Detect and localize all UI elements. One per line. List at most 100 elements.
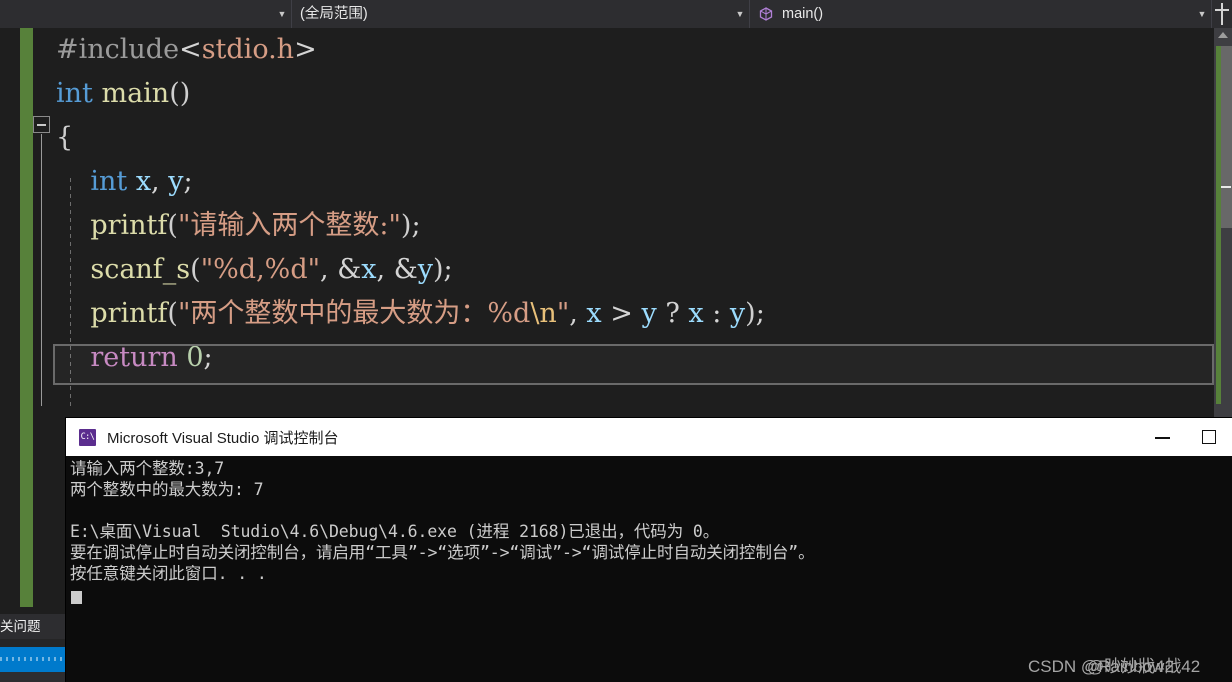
line-include[interactable]: #include<stdio.h> <box>38 28 1218 72</box>
status-bar-pattern <box>0 657 66 661</box>
code-token: printf <box>90 210 168 241</box>
code-token: ) <box>433 254 444 285</box>
line-decl[interactable]: int x, y; <box>38 160 1218 204</box>
code-block-guide-line <box>41 134 42 406</box>
code-token: () <box>169 78 191 109</box>
code-token: ; <box>443 254 453 285</box>
method-icon <box>758 6 774 22</box>
console-output-line: 两个整数中的最大数为: 7 <box>70 480 264 499</box>
code-token: int <box>90 166 128 197</box>
code-token: ; <box>183 166 193 197</box>
chevron-down-icon[interactable]: ▼ <box>731 0 749 28</box>
console-output[interactable]: 请输入两个整数:3,7 两个整数中的最大数为: 7 E:\桌面\Visual Stu… <box>66 456 1232 682</box>
code-token: x <box>688 298 704 329</box>
project-dropdown[interactable]: ▼ <box>0 0 292 28</box>
code-token: { <box>56 122 74 153</box>
code-token: : <box>703 298 730 329</box>
tab-related-issues[interactable]: 关问题 <box>0 614 41 639</box>
bottom-panel-divider <box>0 639 66 647</box>
line-printf-max[interactable]: printf("两个整数中的最大数为：%d\n", x > y ? x : y)… <box>38 292 1218 336</box>
minimize-icon <box>1155 437 1170 439</box>
code-token: ( <box>190 254 201 285</box>
scroll-up-arrow-icon[interactable] <box>1218 32 1228 38</box>
code-token: printf <box>90 298 168 329</box>
status-bar-footer <box>0 672 66 682</box>
code-token: x <box>361 254 377 285</box>
console-title-bar[interactable]: C:\ Microsoft Visual Studio 调试控制台 <box>66 418 1232 456</box>
maximize-icon <box>1202 430 1216 444</box>
code-token: ; <box>755 298 765 329</box>
code-token: #include <box>56 34 180 65</box>
code-token: & <box>393 254 418 285</box>
code-token: , <box>151 166 160 197</box>
member-dropdown[interactable]: main() ▼ <box>750 0 1212 28</box>
code-token: ) <box>400 210 412 241</box>
code-token: ) <box>745 298 756 329</box>
code-token: > <box>610 298 633 329</box>
bottom-panel-top-border <box>0 607 66 614</box>
line-scanf[interactable]: scanf_s("%d,%d", &x, &y); <box>38 248 1218 292</box>
minimize-button[interactable] <box>1140 418 1186 456</box>
code-token: "%d,%d" <box>200 254 321 285</box>
scope-dropdown[interactable]: (全局范围) ▼ <box>292 0 750 28</box>
code-token: " <box>556 298 570 329</box>
code-content[interactable]: #include<stdio.h> int main(){ int x, y; p… <box>38 28 1218 380</box>
code-token: , <box>320 254 329 285</box>
maximize-button[interactable] <box>1186 418 1232 456</box>
editor-gutter <box>11 28 20 620</box>
code-token: y <box>641 298 657 329</box>
current-line-highlight <box>53 344 1214 385</box>
code-token: ( <box>167 298 178 329</box>
console-cursor <box>71 591 82 604</box>
code-token: ( <box>167 210 178 241</box>
editor-indicator-margin <box>0 28 11 620</box>
code-token: < <box>179 34 202 65</box>
console-app-icon: C:\ <box>79 428 96 446</box>
scrollbar-thumb[interactable] <box>1221 46 1232 228</box>
debug-console-window[interactable]: C:\ Microsoft Visual Studio 调试控制台 请输入两个整… <box>66 418 1232 682</box>
code-token: x <box>135 166 152 197</box>
scrollbar-caret-marker <box>1221 186 1231 188</box>
status-bar <box>0 647 66 672</box>
code-token: ? <box>656 298 689 329</box>
console-output-line: E:\桌面\Visual Studio\4.6\Debug\4.6.exe (进… <box>70 522 720 541</box>
split-window-icon[interactable] <box>1212 0 1232 28</box>
line-main[interactable]: int main() <box>38 72 1218 116</box>
code-token: & <box>337 254 362 285</box>
code-token: y <box>417 254 433 285</box>
code-token: main <box>101 78 170 109</box>
chevron-down-icon[interactable]: ▼ <box>1193 0 1211 28</box>
code-token: > <box>294 34 317 65</box>
console-output-line: 按任意键关闭此窗口. . . <box>70 564 267 583</box>
code-token: "请输入两个整数:" <box>177 210 401 241</box>
code-token: scanf_s <box>90 254 191 285</box>
console-app-icon-text: C:\ <box>80 431 95 442</box>
bottom-panel-tabstrip[interactable]: 关问题 <box>0 614 66 639</box>
code-token: "两个整数中的最大数为：%d <box>177 298 531 329</box>
line-printf-prompt[interactable]: printf("请输入两个整数:"); <box>38 204 1218 248</box>
unsaved-changes-marker <box>20 28 33 620</box>
code-token: , <box>376 254 386 285</box>
code-token: int <box>56 78 93 109</box>
code-token: ; <box>411 210 421 241</box>
console-output-line: 要在调试停止时自动关闭控制台，请启用“工具”->“选项”->“调试”->“调试停… <box>70 543 815 562</box>
line-open-brace[interactable]: { <box>38 116 1218 160</box>
collapse-region-toggle[interactable] <box>33 116 50 133</box>
chevron-down-icon[interactable]: ▼ <box>273 0 291 28</box>
member-dropdown-value: main() <box>782 6 824 22</box>
console-output-line: 请输入两个整数:3,7 <box>70 459 225 478</box>
console-title: Microsoft Visual Studio 调试控制台 <box>107 429 339 447</box>
code-token: \n <box>530 298 557 329</box>
code-token: y <box>729 298 746 329</box>
code-token: x <box>586 298 602 329</box>
